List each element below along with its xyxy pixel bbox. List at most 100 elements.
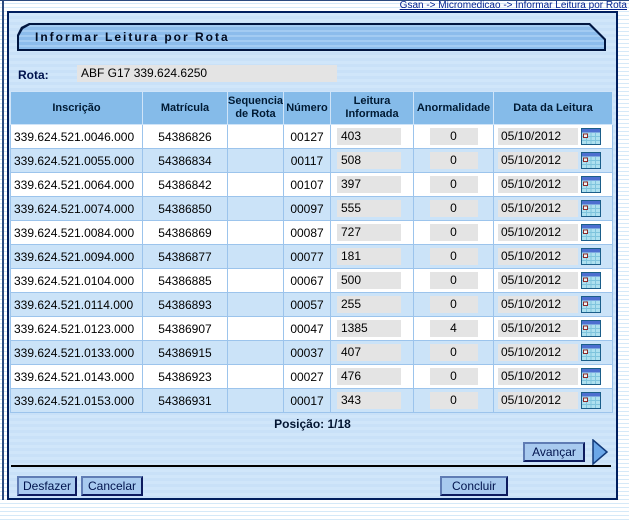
cancelar-button[interactable]: Cancelar (81, 476, 143, 496)
numero-cell: 00097 (284, 197, 331, 221)
inscricao-cell: 339.624.521.0046.000 (11, 125, 143, 149)
anormalidade-input[interactable]: 0 (430, 392, 478, 409)
data-leitura-input[interactable]: 05/10/2012 (498, 152, 578, 169)
numero-cell: 00037 (284, 341, 331, 365)
inscricao-cell: 339.624.521.0104.000 (11, 269, 143, 293)
column-header-3: Número (284, 92, 331, 125)
inscricao-cell: 339.624.521.0123.000 (11, 317, 143, 341)
leitura-informada-input[interactable]: 727 (337, 224, 401, 241)
matricula-cell: 54386915 (143, 341, 228, 365)
desfazer-button[interactable]: Desfazer (17, 476, 77, 496)
calendar-icon[interactable] (581, 248, 601, 265)
calendar-icon[interactable] (581, 272, 601, 289)
table-row: 339.624.521.0064.000 54386842 00107 397 … (11, 173, 613, 197)
sequencial-rota-cell (228, 125, 284, 149)
leitura-informada-input[interactable]: 397 (337, 176, 401, 193)
data-leitura-input[interactable]: 05/10/2012 (498, 248, 578, 265)
sequencial-rota-cell (228, 173, 284, 197)
calendar-icon[interactable] (581, 296, 601, 313)
column-header-0: Inscrição (11, 92, 143, 125)
anormalidade-input[interactable]: 4 (430, 320, 478, 337)
avancar-button[interactable]: Avançar (523, 442, 585, 462)
calendar-icon[interactable] (581, 176, 601, 193)
calendar-icon[interactable] (581, 392, 601, 409)
leitura-informada-input[interactable]: 1385 (337, 320, 401, 337)
inscricao-cell: 339.624.521.0074.000 (11, 197, 143, 221)
calendar-icon[interactable] (581, 200, 601, 217)
data-leitura-input[interactable]: 05/10/2012 (498, 368, 578, 385)
leitura-informada-input[interactable]: 255 (337, 296, 401, 313)
numero-cell: 00057 (284, 293, 331, 317)
numero-cell: 00117 (284, 149, 331, 173)
data-leitura-input[interactable]: 05/10/2012 (498, 272, 578, 289)
numero-cell: 00027 (284, 365, 331, 389)
calendar-icon[interactable] (581, 320, 601, 337)
breadcrumb[interactable]: Gsan -> Micromedicao -> Informar Leitura… (400, 0, 627, 11)
column-header-5: Anormalidade (414, 92, 494, 125)
matricula-cell: 54386877 (143, 245, 228, 269)
matricula-cell: 54386893 (143, 293, 228, 317)
rota-value-field[interactable]: ABF G17 339.624.6250 (77, 65, 337, 82)
column-header-1: Matrícula (143, 92, 228, 125)
leitura-informada-input[interactable]: 407 (337, 344, 401, 361)
anormalidade-input[interactable]: 0 (430, 176, 478, 193)
data-leitura-input[interactable]: 05/10/2012 (498, 224, 578, 241)
matricula-cell: 54386842 (143, 173, 228, 197)
leitura-informada-input[interactable]: 500 (337, 272, 401, 289)
anormalidade-input[interactable]: 0 (430, 152, 478, 169)
inscricao-cell: 339.624.521.0084.000 (11, 221, 143, 245)
leitura-informada-input[interactable]: 403 (337, 128, 401, 145)
numero-cell: 00127 (284, 125, 331, 149)
calendar-icon[interactable] (581, 128, 601, 145)
anormalidade-input[interactable]: 0 (430, 272, 478, 289)
data-leitura-input[interactable]: 05/10/2012 (498, 200, 578, 217)
table-row: 339.624.521.0123.000 54386907 00047 1385… (11, 317, 613, 341)
anormalidade-input[interactable]: 0 (430, 344, 478, 361)
inscricao-cell: 339.624.521.0153.000 (11, 389, 143, 413)
sequencial-rota-cell (228, 389, 284, 413)
numero-cell: 00017 (284, 389, 331, 413)
anormalidade-input[interactable]: 0 (430, 296, 478, 313)
rota-label: Rota: (18, 68, 49, 82)
leitura-informada-input[interactable]: 555 (337, 200, 401, 217)
data-leitura-input[interactable]: 05/10/2012 (498, 128, 578, 145)
anormalidade-input[interactable]: 0 (430, 200, 478, 217)
leitura-informada-input[interactable]: 508 (337, 152, 401, 169)
table-row: 339.624.521.0114.000 54386893 00057 255 … (11, 293, 613, 317)
inscricao-cell: 339.624.521.0055.000 (11, 149, 143, 173)
calendar-icon[interactable] (581, 224, 601, 241)
data-leitura-input[interactable]: 05/10/2012 (498, 176, 578, 193)
data-leitura-input[interactable]: 05/10/2012 (498, 392, 578, 409)
leitura-informada-input[interactable]: 181 (337, 248, 401, 265)
anormalidade-input[interactable]: 0 (430, 248, 478, 265)
concluir-button[interactable]: Concluir (440, 476, 508, 496)
table-row: 339.624.521.0084.000 54386869 00087 727 … (11, 221, 613, 245)
calendar-icon[interactable] (581, 152, 601, 169)
inscricao-cell: 339.624.521.0143.000 (11, 365, 143, 389)
matricula-cell: 54386907 (143, 317, 228, 341)
anormalidade-input[interactable]: 0 (430, 128, 478, 145)
matricula-cell: 54386885 (143, 269, 228, 293)
table-row: 339.624.521.0055.000 54386834 00117 508 … (11, 149, 613, 173)
table-row: 339.624.521.0074.000 54386850 00097 555 … (11, 197, 613, 221)
calendar-icon[interactable] (581, 368, 601, 385)
sequencial-rota-cell (228, 269, 284, 293)
readings-table-body: 339.624.521.0046.000 54386826 00127 403 … (11, 125, 613, 413)
anormalidade-input[interactable]: 0 (430, 368, 478, 385)
table-row: 339.624.521.0133.000 54386915 00037 407 … (11, 341, 613, 365)
numero-cell: 00107 (284, 173, 331, 197)
sequencial-rota-cell (228, 341, 284, 365)
data-leitura-input[interactable]: 05/10/2012 (498, 344, 578, 361)
leitura-informada-input[interactable]: 343 (337, 392, 401, 409)
data-leitura-input[interactable]: 05/10/2012 (498, 320, 578, 337)
inscricao-cell: 339.624.521.0114.000 (11, 293, 143, 317)
sequencial-rota-cell (228, 149, 284, 173)
table-row: 339.624.521.0143.000 54386923 00027 476 … (11, 365, 613, 389)
sequencial-rota-cell (228, 221, 284, 245)
calendar-icon[interactable] (581, 344, 601, 361)
data-leitura-input[interactable]: 05/10/2012 (498, 296, 578, 313)
title-bar: Informar Leitura por Rota (17, 23, 606, 51)
anormalidade-input[interactable]: 0 (430, 224, 478, 241)
column-header-2: Sequencial de Rota (228, 92, 284, 125)
leitura-informada-input[interactable]: 476 (337, 368, 401, 385)
